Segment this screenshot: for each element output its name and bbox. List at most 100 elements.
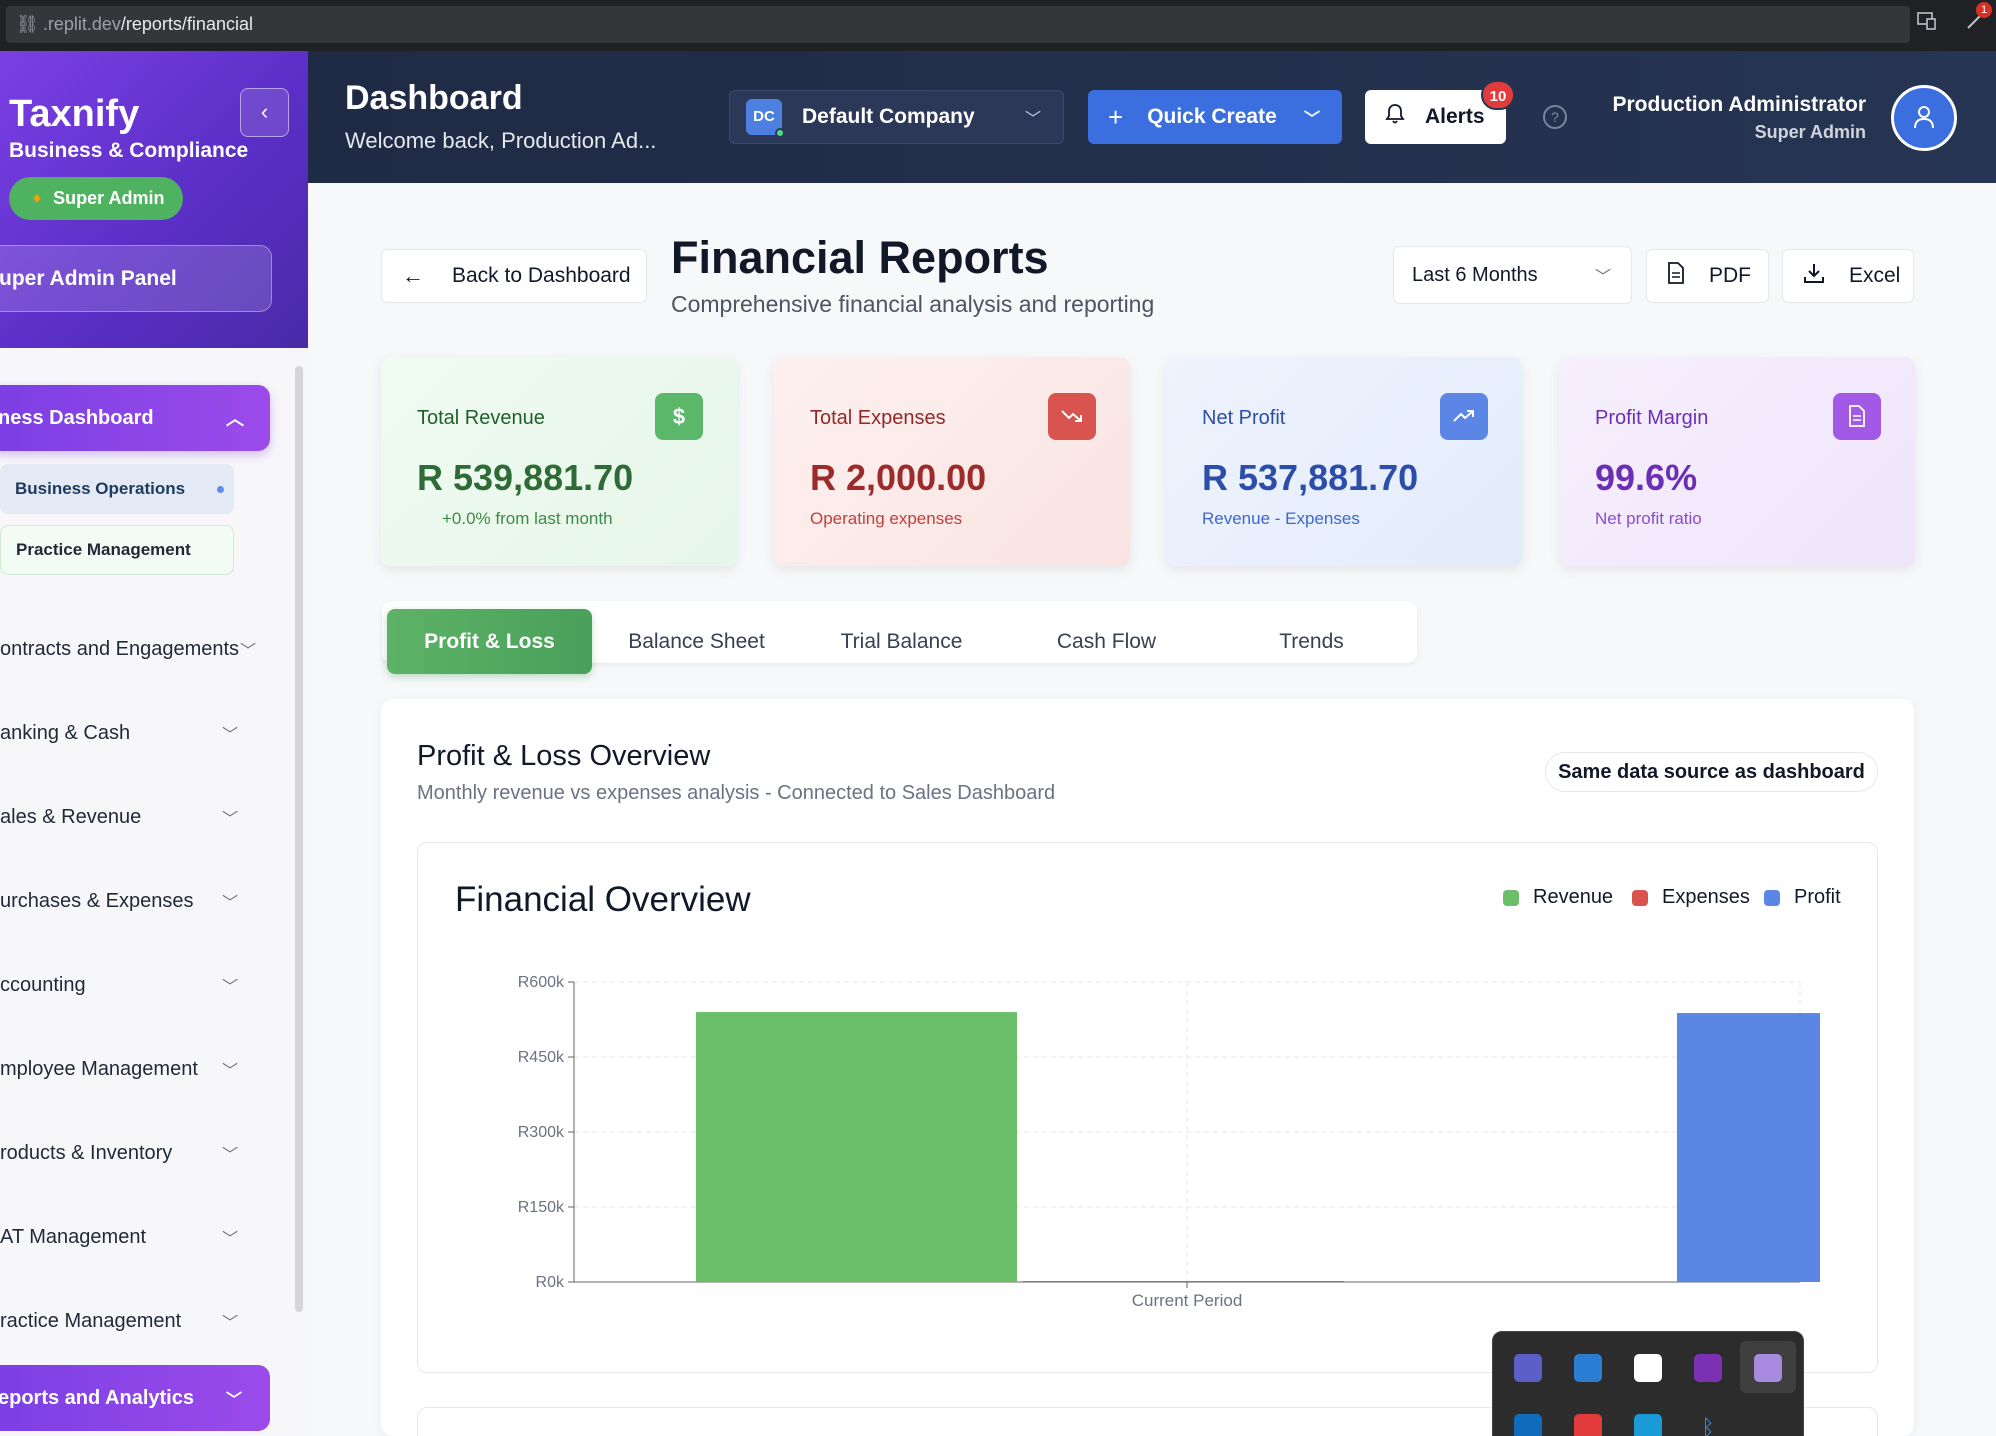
- sidebar-item-employees[interactable]: mployee Management ﹀: [0, 1049, 250, 1089]
- header-subtitle: Welcome back, Production Ad...: [345, 128, 657, 153]
- date-range-select[interactable]: Last 6 Months ﹀: [1393, 246, 1632, 304]
- role-badge: ♦ Super Admin: [9, 177, 183, 220]
- legend-label: Expenses: [1662, 886, 1750, 908]
- stat-value: 99.6%: [1595, 457, 1698, 498]
- tab-profit-loss[interactable]: Profit & Loss: [387, 609, 592, 674]
- sidebar-item-sales[interactable]: ales & Revenue ﹀: [0, 797, 250, 837]
- shield-icon[interactable]: [1634, 1414, 1662, 1436]
- screen-capture-icon[interactable]: [1574, 1354, 1602, 1382]
- user-avatar[interactable]: [1891, 85, 1957, 151]
- extension-badge: 1: [1976, 2, 1992, 18]
- sidebar-item-label: anking & Cash: [0, 721, 131, 744]
- company-initials: DC: [753, 108, 775, 125]
- sidebar-item-products[interactable]: roducts & Inventory ﹀: [0, 1133, 250, 1173]
- bar-profit: [1677, 1013, 1820, 1282]
- sidebar-subitem-label: Business Operations: [15, 479, 186, 498]
- sidebar-item-business-dashboard[interactable]: ness Dashboard ︿: [0, 385, 270, 451]
- sidebar-item-vat[interactable]: AT Management ﹀: [0, 1217, 250, 1257]
- feather-icon[interactable]: [1754, 1354, 1782, 1382]
- y-tick-label: R150k: [518, 1199, 565, 1216]
- sidebar-item-banking[interactable]: anking & Cash ﹀: [0, 713, 250, 753]
- company-selector[interactable]: DC Default Company ﹀: [729, 90, 1064, 144]
- sidebar-item-contracts[interactable]: ontracts and Engagements ﹀: [0, 629, 256, 669]
- stat-card-profit-margin: Profit Margin 99.6% Net profit ratio: [1559, 357, 1915, 566]
- page-subtitle: Comprehensive financial analysis and rep…: [671, 291, 1155, 317]
- collapse-sidebar-button[interactable]: ‹: [240, 88, 289, 137]
- brand-name: Taxnify: [9, 93, 140, 135]
- chevron-down-icon: ﹀: [1594, 269, 1611, 286]
- browser-url-bar: ⛓ .replit.dev/reports/financial 1: [0, 0, 1996, 51]
- google-drive-icon[interactable]: [1634, 1354, 1662, 1382]
- export-excel-button[interactable]: Excel: [1782, 249, 1914, 303]
- legend-item-expenses: Expenses: [1632, 886, 1750, 909]
- sidebar-item-label: ales & Revenue: [0, 805, 142, 828]
- back-to-dashboard-button[interactable]: ← Back to Dashboard: [381, 249, 647, 303]
- sidebar-item-label: ractice Management: [0, 1309, 182, 1332]
- anydesk-icon[interactable]: [1574, 1414, 1602, 1436]
- extension-icon[interactable]: 1: [1964, 2, 1992, 32]
- x-tick-label: Current Period: [1132, 1291, 1243, 1310]
- plus-icon: +: [1108, 101, 1124, 132]
- trending-up-icon: [1440, 393, 1488, 440]
- section-subtitle: Monthly revenue vs expenses analysis - C…: [417, 782, 1056, 804]
- stat-label: Profit Margin: [1595, 407, 1709, 429]
- tab-cash-flow[interactable]: Cash Flow: [1004, 609, 1209, 674]
- online-status-dot: [775, 128, 785, 138]
- sidebar-item-practice[interactable]: ractice Management ﹀: [0, 1301, 250, 1341]
- sidebar-item-purchases[interactable]: urchases & Expenses ﹀: [0, 881, 250, 921]
- back-label: Back to Dashboard: [452, 264, 631, 287]
- flame-icon: ♦: [33, 189, 42, 207]
- financial-overview-chart: R0k R150k R300k R450k R600k Current Period: [518, 974, 1820, 1310]
- cast-icon[interactable]: [1916, 10, 1938, 32]
- legend-swatch: [1764, 889, 1780, 906]
- onenote-icon[interactable]: [1694, 1354, 1722, 1382]
- company-avatar: DC: [746, 99, 785, 138]
- stat-note: +0.0% from last month: [442, 509, 613, 528]
- sidebar-subitem-practice-management[interactable]: Practice Management: [0, 525, 234, 575]
- chevron-down-icon: ﹀: [222, 727, 239, 744]
- chevron-down-icon: ﹀: [222, 1315, 239, 1332]
- address-field[interactable]: ⛓ .replit.dev/reports/financial: [6, 6, 1910, 43]
- legend-swatch: [1503, 889, 1519, 906]
- sidebar-item-accounting[interactable]: ccounting ﹀: [0, 965, 250, 1005]
- top-header: Dashboard Welcome back, Production Ad...…: [308, 51, 1996, 183]
- dollar-icon: $: [655, 393, 703, 440]
- alerts-label: Alerts: [1425, 105, 1485, 128]
- user-name: Production Administrator: [1612, 93, 1866, 116]
- y-tick-label: R600k: [518, 974, 565, 991]
- file-icon: [1667, 262, 1685, 290]
- sidebar-item-label: urchases & Expenses: [0, 889, 194, 912]
- document-icon: [1833, 393, 1881, 440]
- tab-trends[interactable]: Trends: [1209, 609, 1414, 674]
- stat-card-total-expenses: Total Expenses R 2,000.00 Operating expe…: [774, 357, 1130, 566]
- active-dot-icon: [217, 485, 224, 493]
- report-tabs: Profit & Loss Balance Sheet Trial Balanc…: [382, 601, 1417, 674]
- sidebar-header: Taxnify Business & Compliance ‹ ♦ Super …: [0, 51, 308, 348]
- trending-down-icon: [1048, 393, 1096, 440]
- teams-icon[interactable]: [1514, 1354, 1542, 1382]
- sidebar-subitem-business-operations[interactable]: Business Operations: [0, 464, 234, 514]
- sidebar-scrollbar[interactable]: [295, 366, 303, 1312]
- chevron-down-icon: ﹀: [222, 811, 239, 828]
- stat-card-total-revenue: Total Revenue $ R 539,881.70 +0.0% from …: [381, 357, 737, 566]
- excel-label: Excel: [1849, 264, 1901, 287]
- stat-label: Total Revenue: [417, 407, 545, 429]
- tab-trial-balance[interactable]: Trial Balance: [799, 609, 1004, 674]
- chevron-down-icon: ﹀: [225, 1392, 242, 1409]
- chevron-down-icon: ﹀: [222, 1231, 239, 1248]
- stat-value: R 537,881.70: [1202, 457, 1419, 498]
- quick-create-button[interactable]: + Quick Create ﹀: [1088, 90, 1342, 144]
- data-source-badge: Same data source as dashboard: [1545, 752, 1878, 792]
- stat-label: Net Profit: [1202, 407, 1286, 429]
- app-icon[interactable]: [1514, 1414, 1542, 1436]
- sidebar-item-reports[interactable]: eports and Analytics ﹀: [0, 1365, 270, 1431]
- help-icon[interactable]: ?: [1543, 105, 1567, 129]
- tab-balance-sheet[interactable]: Balance Sheet: [594, 609, 799, 674]
- legend-swatch: [1632, 889, 1648, 906]
- bluetooth-icon[interactable]: ᛒ: [1694, 1414, 1722, 1436]
- arrow-left-icon: ←: [402, 263, 424, 288]
- y-tick-label: R0k: [536, 1274, 565, 1291]
- export-pdf-button[interactable]: PDF: [1646, 249, 1769, 303]
- chevron-down-icon: ﹀: [222, 1147, 239, 1164]
- super-admin-panel-button[interactable]: uper Admin Panel: [0, 245, 272, 312]
